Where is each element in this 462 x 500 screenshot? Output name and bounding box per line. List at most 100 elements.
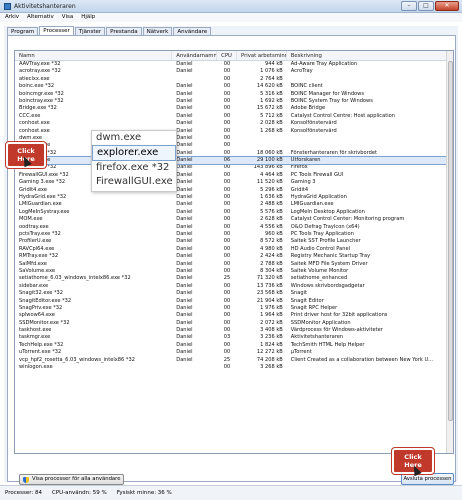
- cell-cpu: 00: [223, 238, 231, 245]
- cell-description: BOINC client: [290, 83, 323, 90]
- cell-user: Daniel: [176, 61, 193, 67]
- cell-cpu: 25: [223, 275, 231, 282]
- table-row[interactable]: pctsTray.exe *32 Daniel 00 960 kB PC Tools T…: [15, 231, 453, 238]
- table-row[interactable]: TechHelp.exe *32 Daniel 00 1 824 kB TechSmit…: [15, 342, 453, 349]
- table-row[interactable]: Bridge.exe *32 Daniel 00 15 672 kB Adobe Bri…: [15, 105, 453, 112]
- table-row[interactable]: ProfilerU.exe Daniel 00 8 572 kB Saitek SST …: [15, 238, 453, 245]
- table-row[interactable]: uTorrent.exe *32 Daniel 00 12 272 kB µTorren…: [15, 349, 453, 356]
- table-row[interactable]: AAVTray.exe *32 Daniel 00 944 kB Ad-Aware Tr…: [15, 61, 453, 68]
- end-process-button[interactable]: Avsluta processen: [401, 473, 454, 485]
- cell-cpu: 00: [223, 142, 231, 149]
- table-row[interactable]: conhost.exe Daniel 00 2 028 kB Konsolfönster…: [15, 120, 453, 127]
- minimize-button[interactable]: –: [401, 1, 417, 11]
- table-row[interactable]: SaVolume.exe Daniel 00 8 304 kB Saitek Volum…: [15, 268, 453, 275]
- zoom-item: dwm.exe: [96, 132, 142, 143]
- cell-name: SSDMonitor.exe *32: [19, 319, 70, 326]
- table-row[interactable]: conhost.exe Daniel 00 1 268 kB Konsolfönster…: [15, 128, 453, 135]
- cell-cpu: 00: [223, 304, 231, 311]
- close-button[interactable]: ✕: [435, 1, 459, 11]
- table-row[interactable]: SaiMfd.exe Daniel 00 2 788 kB Saitek MFD Fil…: [15, 261, 453, 268]
- table-row[interactable]: dwm.exe Daniel 00: [15, 135, 453, 142]
- column-header-memory[interactable]: Privat arbetsminne: [237, 51, 287, 60]
- table-row[interactable]: HydraGrid.exe *32 Daniel 00 1 636 kB HydraGr…: [15, 194, 453, 201]
- table-row[interactable]: Gaming 3.exe *32 Daniel 00 11 520 kB Gaming …: [15, 179, 453, 186]
- cell-name: SaiMfd.exe: [19, 260, 47, 267]
- cell-cpu: 00: [223, 216, 231, 223]
- table-row[interactable]: winlogon.exe 00 3 268 kB: [15, 364, 453, 371]
- window-controls: – □ ✕: [401, 1, 459, 11]
- table-row[interactable]: boincmgr.exe *32 Daniel 00 5 316 kB BOINC Ma…: [15, 91, 453, 98]
- table-row[interactable]: firefox.exe *32 Daniel 00 143 896 kB Firefox: [15, 164, 453, 171]
- table-row[interactable]: Gridit4.exe Daniel 00 5 296 kB Gridit4: [15, 187, 453, 194]
- column-header-cpu[interactable]: CPU: [217, 51, 237, 60]
- cell-user: Daniel: [176, 112, 193, 119]
- table-row[interactable]: boinc.exe *32 Daniel 00 14 620 kB BOINC clie…: [15, 83, 453, 90]
- table-row[interactable]: MOM.exe Daniel 00 2 628 kB Catalyst Control …: [15, 216, 453, 223]
- table-row[interactable]: explorer.exeDaniel00: [15, 142, 453, 149]
- cell-cpu: 00: [223, 290, 231, 297]
- menu-visa[interactable]: Visa: [62, 13, 73, 22]
- cell-cpu: 25: [223, 356, 231, 363]
- table-row[interactable]: oodtray.exe Daniel 00 4 556 kB O&O Defrag Tr…: [15, 224, 453, 231]
- table-row[interactable]: Snagit32.exe *32 Daniel 00 23 568 kB Snagit: [15, 290, 453, 297]
- table-row[interactable]: RMTray.exe *32 Daniel 00 2 424 kB Registry M…: [15, 253, 453, 260]
- table-row[interactable]: SnagPriv.exe *32 Daniel 00 1 976 kB Snagit R…: [15, 305, 453, 312]
- cell-description: LogMeIn Desktop Application: [290, 208, 365, 215]
- cell-description: SSDMonitor Application: [290, 319, 351, 326]
- menu-alternativ[interactable]: Alternativ: [27, 13, 54, 22]
- menu-arkiv[interactable]: Arkiv: [5, 13, 19, 22]
- cell-memory: 2 488 kB: [260, 201, 283, 208]
- maximize-button[interactable]: □: [418, 1, 434, 11]
- table-row[interactable]: taskmgr.exe Daniel 03 3 236 kB Aktivitetshan…: [15, 334, 453, 341]
- show-all-users-button[interactable]: Visa processer för alla användare: [19, 474, 124, 485]
- table-row[interactable]: vcp_hpf2_rosetta_6.03_windows_intelx86 *…: [15, 357, 453, 364]
- cell-name: LogMeInSystray.exe: [19, 208, 70, 215]
- table-row[interactable]: acrotray.exe *32 Daniel 00 1 076 kB AcroTray: [15, 68, 453, 75]
- cell-description: Gridit4: [290, 186, 309, 193]
- table-row[interactable]: SnagitEditor.exe *32 Daniel 00 21 904 kB Sna…: [15, 298, 453, 305]
- cell-cpu: 00: [223, 61, 231, 67]
- scrollbar-thumb[interactable]: [448, 61, 453, 421]
- cell-memory: 1 692 kB: [260, 97, 283, 104]
- menu-hjalp[interactable]: Hjälp: [81, 13, 95, 22]
- table-row[interactable]: RAVCpl64.exe Daniel 00 4 980 kB HD Audio Con…: [15, 246, 453, 253]
- cell-description: Gaming 3: [290, 179, 316, 186]
- table-row[interactable]: boinctray.exe *32 Daniel 00 1 692 kB BOINC S…: [15, 98, 453, 105]
- cell-user: Daniel: [176, 245, 193, 252]
- table-row[interactable]: FirewallGUI.exe *32 Daniel 00 4 464 kB PC To…: [15, 172, 453, 179]
- table-row[interactable]: taskhost.exe Daniel 00 3 408 kB Värdprocess …: [15, 327, 453, 334]
- cell-description: Catalyst Control Center: Monitoring prog…: [290, 216, 405, 223]
- cell-memory: 74 208 kB: [256, 356, 283, 363]
- table-row[interactable]: splwow64.exe Daniel 00 1 964 kB Print driver…: [15, 312, 453, 319]
- cell-name: winlogon.exe: [19, 364, 53, 371]
- cell-name: setiathome_6.03_windows_intelx86.exe *32: [19, 275, 131, 282]
- table-row[interactable]: atieclxx.exe 00 2 764 kB: [15, 76, 453, 83]
- table-row[interactable]: LogMeInSystray.exe Daniel 00 5 576 kB LogMeI…: [15, 209, 453, 216]
- column-header-user[interactable]: Användarnamn: [172, 51, 218, 60]
- vertical-scrollbar[interactable]: [446, 51, 453, 453]
- table-row[interactable]: LMIGuardian.exe Daniel 00 2 488 kB LMIGuardi…: [15, 201, 453, 208]
- cell-description: Saitek MFD File System Driver: [290, 260, 368, 267]
- table-row[interactable]: explorer.exeDaniel0629 100 kBUtforskaren: [15, 156, 453, 166]
- cell-user: Daniel: [176, 97, 193, 104]
- table-row[interactable]: firefox.exe *32Daniel0018 060 kBFönsterh…: [15, 150, 453, 157]
- column-header-description[interactable]: Beskrivning: [287, 51, 453, 60]
- cell-description: Konsolfönstervärd: [290, 127, 337, 134]
- table-row[interactable]: CCC.exe Daniel 00 5 712 kB Catalyst Control …: [15, 113, 453, 120]
- cell-user: Daniel: [176, 275, 193, 282]
- cell-user: Daniel: [176, 297, 193, 304]
- cell-description: HydraGrid Application: [290, 194, 347, 201]
- cell-name: vcp_hpf2_rosetta_6.03_windows_intelx86 *…: [19, 356, 135, 363]
- cell-memory: 11 520 kB: [256, 179, 283, 186]
- cell-memory: 4 464 kB: [260, 171, 283, 178]
- cell-description: Aktivitetshanteraren: [290, 334, 344, 341]
- table-row[interactable]: setiathome_6.03_windows_intelx86.exe *32…: [15, 275, 453, 282]
- cell-user: Daniel: [176, 68, 193, 75]
- cell-user: Daniel: [176, 171, 193, 178]
- table-row[interactable]: sidebar.exe Daniel 00 13 736 kB Windows skri…: [15, 283, 453, 290]
- cell-cpu: 00: [223, 208, 231, 215]
- table-row[interactable]: SSDMonitor.exe *32 Daniel 00 2 072 kB SSDMon…: [15, 320, 453, 327]
- column-header-name[interactable]: Namn: [15, 51, 173, 60]
- cell-cpu: 00: [223, 319, 231, 326]
- process-table[interactable]: Namn Användarnamn CPU Privat arbetsminne…: [14, 50, 454, 454]
